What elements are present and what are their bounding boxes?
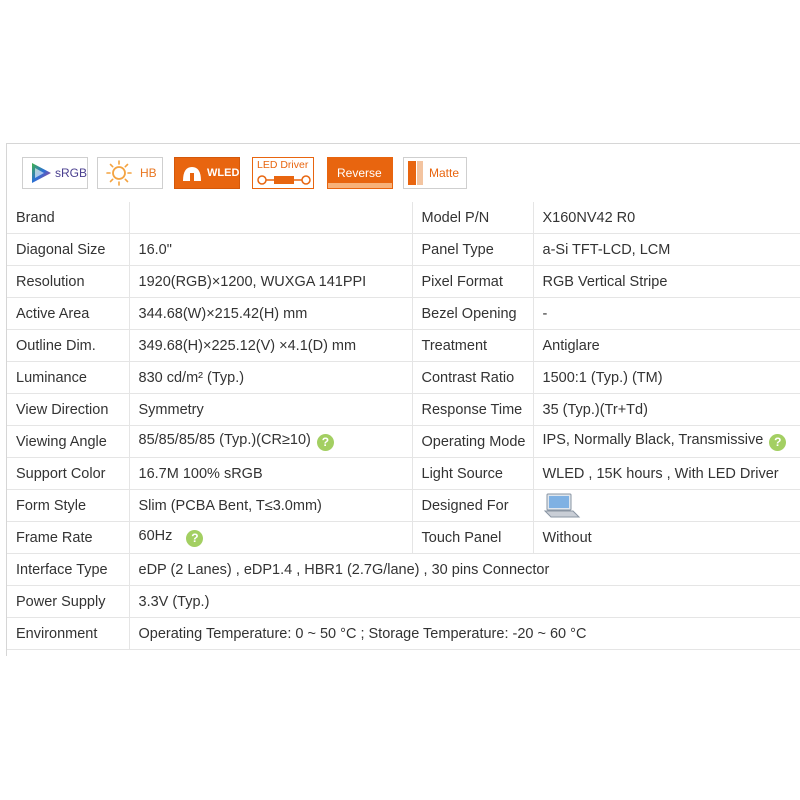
spec-key: Power Supply — [7, 585, 129, 618]
led-icon — [183, 167, 201, 181]
spec-row: Support Color 16.7M 100% sRGB Light Sour… — [7, 457, 800, 490]
spec-key: Panel Type — [411, 233, 533, 266]
spec-value: Without — [532, 521, 800, 554]
matte-icon — [408, 161, 423, 185]
badge-matte-label: Matte — [429, 166, 460, 180]
operating-mode-value: IPS, Normally Black, Transmissive — [542, 432, 764, 448]
spec-value: Operating Temperature: 0 ~ 50 °C ; Stora… — [128, 617, 800, 650]
badge-matte: Matte — [403, 157, 467, 189]
spec-value: 1500:1 (Typ.) (TM) — [532, 361, 800, 394]
spec-value — [128, 202, 412, 234]
spec-key: Viewing Angle — [7, 425, 129, 458]
spec-value: WLED , 15K hours , With LED Driver — [532, 457, 800, 490]
spec-value-with-help: IPS, Normally Black, Transmissive? — [532, 425, 800, 458]
spec-row: Resolution 1920(RGB)×1200, WUXGA 141PPI … — [7, 265, 800, 298]
spec-row: Environment Operating Temperature: 0 ~ 5… — [7, 617, 800, 650]
help-icon[interactable]: ? — [186, 530, 204, 547]
spec-row: Form Style Slim (PCBA Bent, T≤3.0mm) Des… — [7, 489, 800, 522]
spec-key: Pixel Format — [411, 265, 533, 298]
spec-value: 344.68(W)×215.42(H) mm — [128, 297, 412, 330]
spec-value: 1920(RGB)×1200, WUXGA 141PPI — [128, 265, 412, 298]
badge-led-driver: LED Driver — [252, 157, 314, 189]
spec-value: 35 (Typ.)(Tr+Td) — [532, 393, 800, 426]
spec-row: Luminance 830 cd/m² (Typ.) Contrast Rati… — [7, 361, 800, 394]
spec-key: Designed For — [411, 489, 533, 522]
spec-key: Touch Panel — [411, 521, 533, 554]
spec-table: Brand Model P/N X160NV42 R0 Diagonal Siz… — [7, 202, 800, 650]
spec-key: Diagonal Size — [7, 233, 129, 266]
help-icon[interactable]: ? — [769, 434, 787, 451]
badge-hb: HB — [97, 157, 163, 189]
badge-srgb-label: sRGB — [55, 166, 88, 180]
badge-led-driver-label: LED Driver — [257, 159, 309, 171]
spec-key: Brand — [7, 202, 129, 234]
spec-value: 830 cd/m² (Typ.) — [128, 361, 412, 394]
spec-key: Model P/N — [411, 202, 533, 234]
badge-reverse: Reverse — [327, 157, 393, 189]
spec-row: Diagonal Size 16.0" Panel Type a-Si TFT-… — [7, 233, 800, 266]
spec-value: Symmetry — [128, 393, 412, 426]
badge-reverse-label: Reverse — [337, 166, 382, 180]
spec-key: View Direction — [7, 393, 129, 426]
spec-key: Response Time — [411, 393, 533, 426]
spec-key: Outline Dim. — [7, 329, 129, 362]
spec-value: 3.3V (Typ.) — [128, 585, 800, 618]
spec-key: Form Style — [7, 489, 129, 522]
model-pn-value: X160NV42 R0 — [532, 202, 800, 234]
spec-key: Luminance — [7, 361, 129, 394]
spec-value: Slim (PCBA Bent, T≤3.0mm) — [128, 489, 412, 522]
spec-row: Outline Dim. 349.68(H)×225.12(V) ×4.1(D)… — [7, 329, 800, 362]
spec-row: Brand Model P/N X160NV42 R0 — [7, 202, 800, 234]
spec-value: eDP (2 Lanes) , eDP1.4 , HBR1 (2.7G/lane… — [128, 553, 800, 586]
spec-value: 16.7M 100% sRGB — [128, 457, 412, 490]
spec-key: Operating Mode — [411, 425, 533, 458]
spec-row: Interface Type eDP (2 Lanes) , eDP1.4 , … — [7, 553, 800, 586]
spec-key: Resolution — [7, 265, 129, 298]
reverse-icon — [328, 183, 392, 188]
badge-srgb: sRGB — [22, 157, 88, 189]
spec-key: Active Area — [7, 297, 129, 330]
spec-key: Bezel Opening — [411, 297, 533, 330]
diagonal-size-value: 16.0" — [128, 233, 412, 266]
spec-value: - — [532, 297, 800, 330]
spec-row: Active Area 344.68(W)×215.42(H) mm Bezel… — [7, 297, 800, 330]
laptop-icon — [543, 493, 580, 517]
spec-row: View Direction Symmetry Response Time 35… — [7, 393, 800, 426]
spec-key: Contrast Ratio — [411, 361, 533, 394]
spec-value: a-Si TFT-LCD, LCM — [532, 233, 800, 266]
badge-wled: WLED — [174, 157, 240, 189]
spec-key: Frame Rate — [7, 521, 129, 554]
spec-value: RGB Vertical Stripe — [532, 265, 800, 298]
spec-key: Light Source — [411, 457, 533, 490]
help-icon[interactable]: ? — [316, 434, 334, 451]
viewing-angle-value: 85/85/85/85 (Typ.)(CR≥10) — [138, 432, 311, 448]
sun-icon — [106, 160, 132, 186]
spec-key: Treatment — [411, 329, 533, 362]
spec-row: Frame Rate 60Hz? Touch Panel Without — [7, 521, 800, 554]
spec-row: Viewing Angle 85/85/85/85 (Typ.)(CR≥10)?… — [7, 425, 800, 458]
spec-key: Environment — [7, 617, 129, 650]
spec-value-with-help: 60Hz? — [128, 521, 412, 554]
spec-value-with-help: 85/85/85/85 (Typ.)(CR≥10)? — [128, 425, 412, 458]
spec-value: Antiglare — [532, 329, 800, 362]
spec-key: Interface Type — [7, 553, 129, 586]
led-driver-icon — [257, 175, 311, 185]
spec-row: Power Supply 3.3V (Typ.) — [7, 585, 800, 618]
spec-key: Support Color — [7, 457, 129, 490]
badge-hb-label: HB — [140, 166, 157, 180]
color-gamut-icon — [32, 163, 51, 183]
designed-for-value — [532, 489, 800, 522]
spec-value: 349.68(H)×225.12(V) ×4.1(D) mm — [128, 329, 412, 362]
badge-wled-label: WLED — [207, 167, 240, 179]
frame-rate-value: 60Hz — [138, 528, 173, 544]
